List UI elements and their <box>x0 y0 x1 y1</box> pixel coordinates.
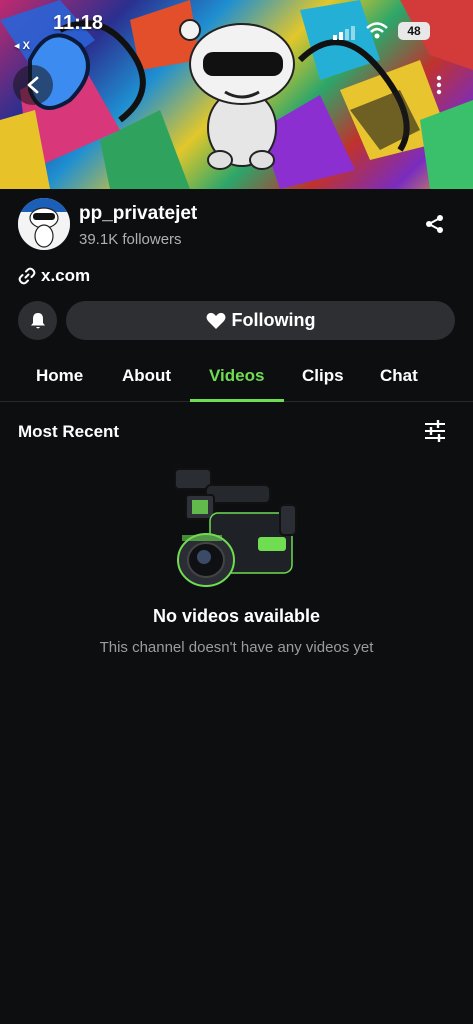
status-bar: 11:18 ◂ X 48 <box>0 0 473 52</box>
notification-bell-button[interactable] <box>18 301 57 340</box>
link-icon <box>18 267 36 285</box>
tab-videos[interactable]: Videos <box>209 366 264 386</box>
channel-link-text[interactable]: x.com <box>41 266 90 286</box>
follower-count: 39.1K followers <box>79 231 182 248</box>
sort-title[interactable]: Most Recent <box>18 422 119 442</box>
channel-tabs: Home About Videos Clips Chat <box>0 356 473 402</box>
filter-sliders-icon[interactable] <box>423 420 447 442</box>
empty-state-title: No videos available <box>152 606 321 626</box>
following-label: Following <box>231 310 316 330</box>
tab-chat[interactable]: Chat <box>380 366 418 386</box>
channel-name[interactable]: pp_privatejet <box>79 203 197 225</box>
bell-icon <box>30 312 45 328</box>
snoo-avatar-image <box>18 198 70 250</box>
tab-about[interactable]: About <box>122 366 171 386</box>
heart-icon <box>206 312 225 329</box>
tab-home[interactable]: Home <box>36 366 83 386</box>
following-button[interactable]: Following <box>66 301 455 340</box>
signal-icon <box>333 26 355 40</box>
tab-clips[interactable]: Clips <box>302 366 344 386</box>
empty-state-subtitle: This channel doesn't have any videos yet <box>99 639 374 656</box>
channel-avatar[interactable] <box>18 198 70 250</box>
video-camera-illustration <box>174 468 297 587</box>
channel-banner: 11:18 ◂ X 48 <box>0 0 473 189</box>
more-options-button[interactable] <box>428 70 450 100</box>
back-button[interactable] <box>13 65 53 105</box>
channel-link[interactable]: x.com <box>18 266 90 286</box>
more-vertical-icon <box>436 75 442 95</box>
back-to-app-link[interactable]: ◂ X <box>14 39 30 52</box>
wifi-icon <box>366 22 388 39</box>
share-button[interactable] <box>422 211 448 237</box>
active-tab-indicator <box>190 399 284 402</box>
share-icon <box>426 215 443 233</box>
battery-indicator: 48 <box>398 22 430 40</box>
back-arrow-icon <box>27 76 39 94</box>
status-time: 11:18 <box>53 12 104 34</box>
